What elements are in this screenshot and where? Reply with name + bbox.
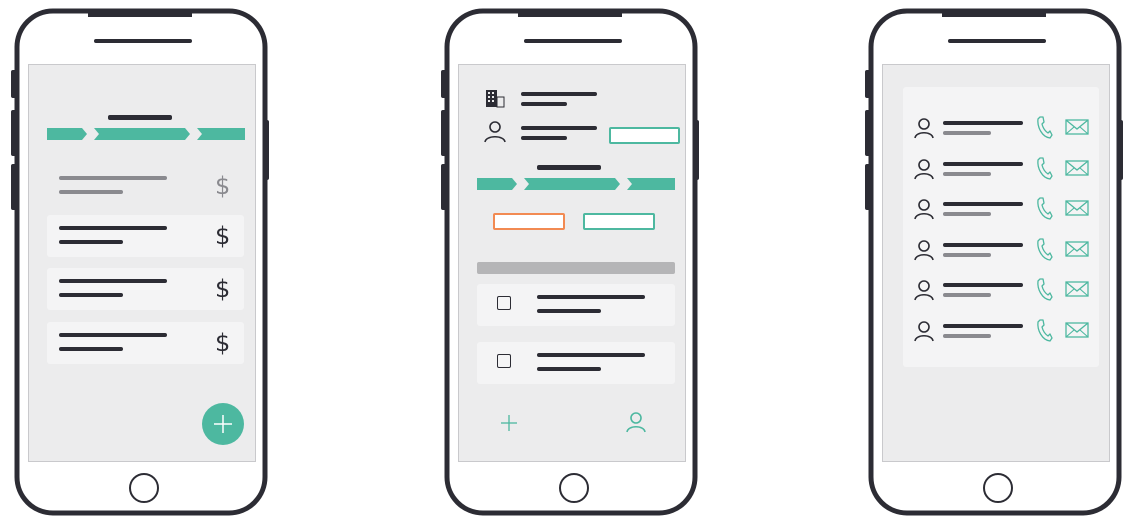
phone-mockup-expenses: $ $ $ $ xyxy=(8,8,272,518)
progress-stepper xyxy=(477,178,675,190)
contact-sub-line xyxy=(943,333,991,338)
progress-stepper xyxy=(47,128,245,140)
task-checkbox[interactable] xyxy=(497,354,511,368)
contact-sub-line xyxy=(943,131,991,135)
contact-name-line xyxy=(943,323,1023,328)
phone-icon[interactable] xyxy=(1035,156,1053,180)
phone-mockup-contacts xyxy=(862,8,1126,518)
row-title-line xyxy=(59,226,167,230)
contact-sub-line xyxy=(943,252,991,257)
step-3 xyxy=(627,178,675,190)
phone-mockup-project xyxy=(438,8,702,518)
row-subtitle-line xyxy=(59,293,123,297)
phone-icon[interactable] xyxy=(1035,196,1053,220)
screen-title-bar xyxy=(108,115,172,120)
task-sub-line xyxy=(537,309,601,313)
contact-sub-line xyxy=(943,293,991,297)
contact-name-line xyxy=(943,121,1023,125)
row-title-line xyxy=(59,279,167,283)
contact-row[interactable] xyxy=(903,115,1099,145)
task-row[interactable] xyxy=(477,284,675,326)
contact-row[interactable] xyxy=(903,277,1099,307)
expense-row[interactable]: $ xyxy=(47,165,244,207)
company-sub-line xyxy=(521,102,567,106)
accept-button[interactable] xyxy=(583,213,655,230)
user-icon xyxy=(914,118,934,139)
task-title-line xyxy=(537,353,645,357)
dollar-icon: $ xyxy=(215,275,231,303)
phone-icon[interactable] xyxy=(1035,318,1053,342)
phone-screen xyxy=(458,64,686,462)
plus-icon xyxy=(214,415,232,433)
expense-row[interactable]: $ xyxy=(47,268,244,310)
expense-row[interactable]: $ xyxy=(47,322,244,364)
contact-row[interactable] xyxy=(903,156,1099,186)
dollar-icon: $ xyxy=(215,222,231,250)
contact-name-line xyxy=(943,283,1023,287)
mail-icon[interactable] xyxy=(1065,119,1089,135)
step-2 xyxy=(524,178,620,190)
expense-row[interactable]: $ xyxy=(47,215,244,257)
section-title-bar xyxy=(537,165,601,170)
task-checkbox[interactable] xyxy=(497,296,511,310)
user-icon xyxy=(914,158,934,179)
contact-name-line xyxy=(943,202,1023,206)
row-title-line xyxy=(59,333,167,337)
mail-icon[interactable] xyxy=(1065,321,1089,338)
user-icon[interactable] xyxy=(625,411,647,433)
row-subtitle-line xyxy=(59,347,123,351)
contact-action-button[interactable] xyxy=(609,127,680,144)
user-icon xyxy=(914,280,934,301)
user-icon xyxy=(484,121,506,143)
phone-icon[interactable] xyxy=(1035,277,1053,301)
contact-row[interactable] xyxy=(903,237,1099,267)
phone-icon[interactable] xyxy=(1035,115,1053,139)
dollar-icon: $ xyxy=(215,329,231,357)
task-title-line xyxy=(537,295,645,299)
user-icon xyxy=(914,199,934,220)
plus-icon[interactable] xyxy=(499,413,519,433)
phone-screen: $ $ $ $ xyxy=(28,64,256,462)
add-expense-button[interactable] xyxy=(202,403,244,445)
user-icon xyxy=(914,239,934,260)
mail-icon[interactable] xyxy=(1065,200,1089,216)
step-2 xyxy=(94,128,190,140)
contact-name-line xyxy=(521,126,597,130)
step-1 xyxy=(477,178,517,190)
task-sub-line xyxy=(537,367,601,371)
task-row[interactable] xyxy=(477,342,675,384)
phone-screen xyxy=(882,64,1110,462)
contact-list-panel xyxy=(903,87,1099,367)
contact-name-line xyxy=(943,242,1023,247)
user-icon xyxy=(914,320,934,341)
contact-sub-line xyxy=(943,212,991,216)
mail-icon[interactable] xyxy=(1065,281,1089,297)
row-subtitle-line xyxy=(59,190,123,194)
company-name-line xyxy=(521,92,597,96)
dollar-icon: $ xyxy=(215,172,231,200)
contact-row[interactable] xyxy=(903,318,1099,348)
contact-name-line xyxy=(943,161,1023,166)
contact-sub-line xyxy=(943,171,991,176)
building-icon xyxy=(486,90,505,108)
contact-row[interactable] xyxy=(903,196,1099,226)
phone-icon[interactable] xyxy=(1035,237,1053,261)
mail-icon[interactable] xyxy=(1065,240,1089,257)
row-title-line xyxy=(59,176,167,180)
step-3 xyxy=(197,128,245,140)
decline-button[interactable] xyxy=(493,213,565,230)
step-1 xyxy=(47,128,87,140)
row-subtitle-line xyxy=(59,240,123,244)
contact-sub-line xyxy=(521,136,567,140)
section-divider xyxy=(477,262,675,274)
mail-icon[interactable] xyxy=(1065,159,1089,176)
